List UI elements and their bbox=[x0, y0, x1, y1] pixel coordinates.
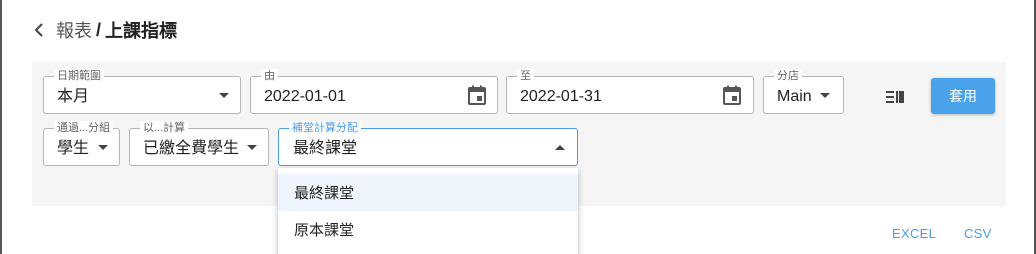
export-excel-button[interactable]: EXCEL bbox=[892, 226, 936, 241]
chevron-down-icon bbox=[98, 145, 108, 150]
branch-value: Main bbox=[777, 88, 812, 105]
group-by-select[interactable]: 通過...分組 學生 bbox=[43, 121, 120, 166]
chevron-down-icon bbox=[820, 93, 830, 98]
date-range-value: 本月 bbox=[57, 88, 90, 105]
calc-by-value: 已繳全費學生 bbox=[143, 140, 240, 157]
makeup-alloc-label: 補堂計算分配 bbox=[289, 121, 361, 135]
calc-by-label: 以...計算 bbox=[140, 121, 189, 135]
from-date-field[interactable]: 由 2022-01-01 bbox=[250, 69, 498, 114]
apply-button[interactable]: 套用 bbox=[931, 78, 995, 114]
date-range-label: 日期範圍 bbox=[54, 69, 104, 83]
page-title: 上課指標 bbox=[105, 21, 178, 41]
to-date-value: 2022-01-31 bbox=[520, 88, 602, 105]
export-csv-button[interactable]: CSV bbox=[964, 226, 992, 241]
calc-by-select[interactable]: 以...計算 已繳全費學生 bbox=[129, 121, 269, 166]
columns-icon[interactable] bbox=[884, 88, 906, 106]
breadcrumb-separator: / bbox=[96, 19, 102, 40]
makeup-alloc-select[interactable]: 補堂計算分配 最終課堂 bbox=[278, 121, 578, 166]
makeup-alloc-value: 最終課堂 bbox=[293, 140, 358, 157]
date-range-select[interactable]: 日期範圍 本月 bbox=[43, 69, 241, 114]
dropdown-option[interactable]: 最終課堂 bbox=[278, 174, 578, 211]
calendar-icon[interactable] bbox=[468, 85, 486, 105]
to-date-field[interactable]: 至 2022-01-31 bbox=[506, 69, 754, 114]
dropdown-option[interactable]: 原本課堂 bbox=[278, 211, 578, 248]
branch-select[interactable]: 分店 Main bbox=[763, 69, 844, 114]
breadcrumb-parent[interactable]: 報表 bbox=[56, 17, 92, 43]
branch-label: 分店 bbox=[774, 69, 802, 83]
chevron-up-icon bbox=[555, 145, 565, 150]
chevron-down-icon bbox=[219, 93, 229, 98]
group-by-value: 學生 bbox=[57, 140, 90, 157]
chevron-left-icon[interactable] bbox=[30, 19, 48, 41]
group-by-label: 通過...分組 bbox=[54, 121, 114, 135]
calendar-icon[interactable] bbox=[723, 85, 741, 105]
to-date-label: 至 bbox=[517, 69, 534, 83]
from-date-label: 由 bbox=[261, 69, 278, 83]
from-date-value: 2022-01-01 bbox=[264, 88, 346, 105]
makeup-alloc-dropdown: 最終課堂 原本課堂 bbox=[278, 168, 578, 254]
breadcrumb: 報表 / 上課指標 bbox=[30, 17, 177, 43]
chevron-down-icon bbox=[247, 145, 257, 150]
